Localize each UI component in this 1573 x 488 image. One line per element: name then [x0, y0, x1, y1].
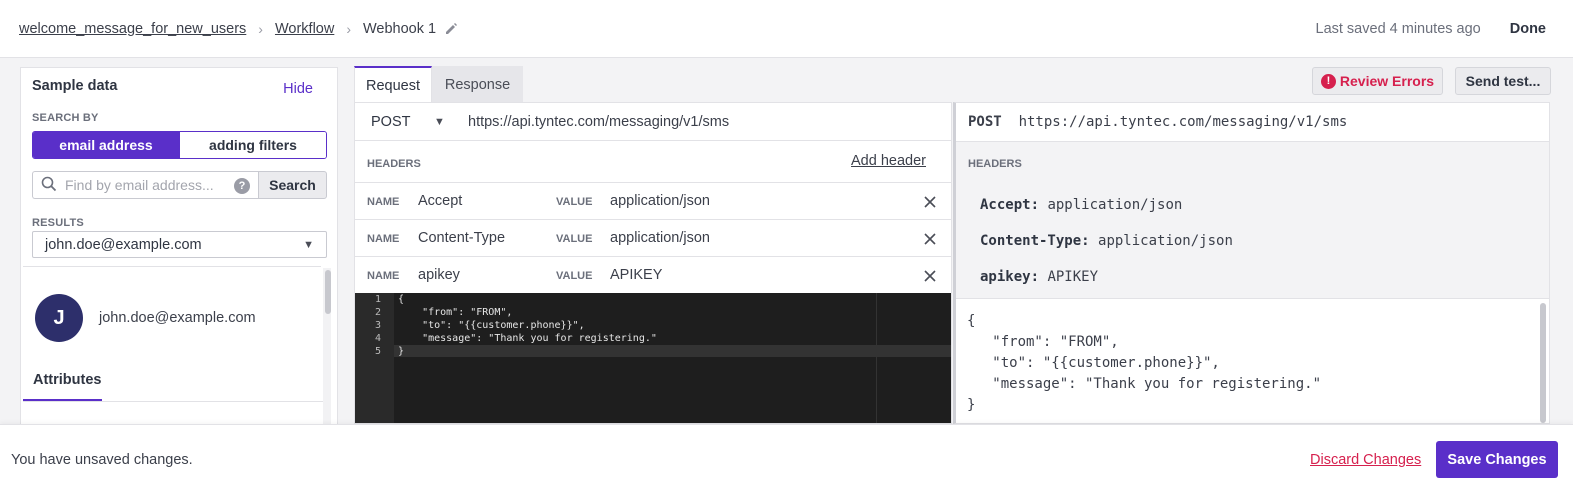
preview-header-name: Accept:	[980, 197, 1040, 213]
caret-down-icon[interactable]: ▼	[434, 116, 445, 128]
code-line: "to": "{{customer.phone}}",	[398, 320, 585, 331]
profile-scrollbar-thumb[interactable]	[325, 270, 331, 314]
pencil-icon[interactable]	[444, 22, 458, 36]
search-bar: ? Search	[32, 171, 327, 199]
last-saved-status: Last saved 4 minutes ago	[1315, 20, 1481, 37]
body-code-editor[interactable]: 1 2 3 4 5 { "from": "FROM", "to": "{{cus…	[355, 293, 951, 423]
preview-header-line: Accept: application/json	[980, 197, 1182, 213]
code-line: "from": "FROM",	[398, 307, 513, 318]
unsaved-message: You have unsaved changes.	[11, 452, 193, 468]
results-selected-value: john.doe@example.com	[45, 236, 202, 253]
search-mode-toggle: email address adding filters	[32, 131, 327, 159]
search-box: ?	[32, 171, 258, 199]
add-header-button[interactable]: Add header	[851, 153, 926, 169]
preview-header-name: Content-Type:	[980, 233, 1090, 249]
header-name-label: NAME	[367, 233, 400, 245]
request-panel: POST ▼ https://api.tyntec.com/messaging/…	[354, 102, 952, 424]
preview-headers-label: HEADERS	[968, 158, 1022, 170]
breadcrumb-campaign[interactable]: welcome_message_for_new_users	[19, 21, 246, 37]
hide-sample-data-button[interactable]: Hide	[283, 81, 313, 97]
header-value-input[interactable]: APIKEY	[610, 267, 662, 283]
method-select[interactable]: POST	[371, 114, 410, 130]
tab-request[interactable]: Request	[354, 66, 432, 103]
url-input[interactable]: https://api.tyntec.com/messaging/v1/sms	[468, 114, 729, 130]
search-icon	[41, 176, 57, 195]
headers-label: HEADERS	[367, 158, 421, 170]
code-line: {	[398, 294, 405, 305]
header-row: NAME Accept VALUE application/json	[355, 183, 951, 220]
search-input[interactable]	[65, 177, 225, 193]
header-name-label: NAME	[367, 270, 400, 282]
header-value-label: VALUE	[556, 233, 593, 245]
header-value-input[interactable]: application/json	[610, 193, 710, 209]
preview-header-value: application/json	[1098, 233, 1233, 249]
top-bar: welcome_message_for_new_users › Workflow…	[0, 0, 1573, 58]
done-button[interactable]: Done	[1510, 21, 1546, 37]
close-icon[interactable]	[923, 269, 937, 283]
search-mode-email[interactable]: email address	[33, 132, 179, 158]
search-button[interactable]: Search	[258, 171, 327, 199]
preview-header-name: apikey:	[980, 269, 1040, 285]
code-line: "message": "Thank you for registering."	[398, 333, 657, 344]
header-row: NAME apikey VALUE APIKEY	[355, 257, 951, 293]
header-name-input[interactable]: Accept	[418, 193, 462, 209]
header-name-input[interactable]: Content-Type	[418, 230, 505, 246]
tab-attributes[interactable]: Attributes	[33, 372, 101, 388]
save-changes-button[interactable]: Save Changes	[1436, 441, 1558, 478]
results-select[interactable]: john.doe@example.com ▼	[32, 231, 327, 258]
breadcrumb-current: Webhook 1	[363, 20, 437, 37]
breadcrumb-workflow[interactable]: Workflow	[275, 21, 334, 37]
header-name-input[interactable]: apikey	[418, 267, 460, 283]
line-number: 4	[374, 333, 381, 344]
search-by-label: SEARCH BY	[32, 112, 99, 124]
close-icon[interactable]	[923, 195, 937, 209]
caret-down-icon: ▼	[303, 238, 314, 251]
line-number: 5	[374, 346, 381, 357]
tab-response[interactable]: Response	[432, 66, 523, 103]
avatar: J	[35, 294, 83, 342]
preview-headers: HEADERS Accept: application/json Content…	[956, 141, 1549, 299]
help-icon[interactable]: ?	[234, 178, 250, 194]
breadcrumb-separator: ›	[346, 20, 351, 37]
sample-data-title: Sample data	[32, 78, 118, 94]
code-line: }	[398, 346, 405, 357]
preview-request-line: POST https://api.tyntec.com/messaging/v1…	[968, 114, 1347, 130]
profile-card: J john.doe@example.com Attributes	[23, 266, 323, 427]
active-line-highlight	[394, 345, 951, 357]
header-name-label: NAME	[367, 196, 400, 208]
line-number: 2	[374, 307, 381, 318]
editor-print-margin	[876, 293, 877, 423]
preview-header-line: Content-Type: application/json	[980, 233, 1233, 249]
header-value-label: VALUE	[556, 196, 593, 208]
alert-icon: !	[1320, 73, 1336, 89]
results-label: RESULTS	[32, 217, 84, 229]
request-preview-panel: POST https://api.tyntec.com/messaging/v1…	[953, 102, 1550, 424]
header-row: NAME Content-Type VALUE application/json	[355, 220, 951, 257]
preview-method: POST	[968, 114, 1002, 130]
review-errors-label: Review Errors	[1339, 73, 1435, 89]
breadcrumb-separator: ›	[258, 20, 263, 37]
line-number: 1	[374, 294, 381, 305]
header-value-input[interactable]: application/json	[610, 230, 710, 246]
method-url-row: POST ▼ https://api.tyntec.com/messaging/…	[355, 103, 951, 141]
send-test-button[interactable]: Send test...	[1455, 67, 1551, 95]
sample-data-panel: Sample data Hide SEARCH BY email address…	[20, 67, 338, 427]
preview-header-value: application/json	[1047, 197, 1183, 213]
profile-email: john.doe@example.com	[99, 310, 256, 326]
search-mode-filters[interactable]: adding filters	[179, 132, 326, 158]
preview-header-value: APIKEY	[1047, 269, 1099, 285]
preview-body: { "from": "FROM", "to": "{{customer.phon…	[967, 313, 1322, 413]
unsaved-changes-bar: You have unsaved changes. Discard Change…	[0, 424, 1573, 488]
preview-header-line: apikey: APIKEY	[980, 269, 1098, 285]
discard-changes-button[interactable]: Discard Changes	[1310, 452, 1421, 468]
review-errors-button[interactable]: ! Review Errors	[1312, 67, 1443, 95]
line-number: 3	[374, 320, 381, 331]
close-icon[interactable]	[923, 232, 937, 246]
preview-scrollbar[interactable]	[1540, 303, 1546, 423]
divider	[23, 401, 323, 402]
header-value-label: VALUE	[556, 270, 593, 282]
preview-url: https://api.tyntec.com/messaging/v1/sms	[1018, 114, 1348, 130]
